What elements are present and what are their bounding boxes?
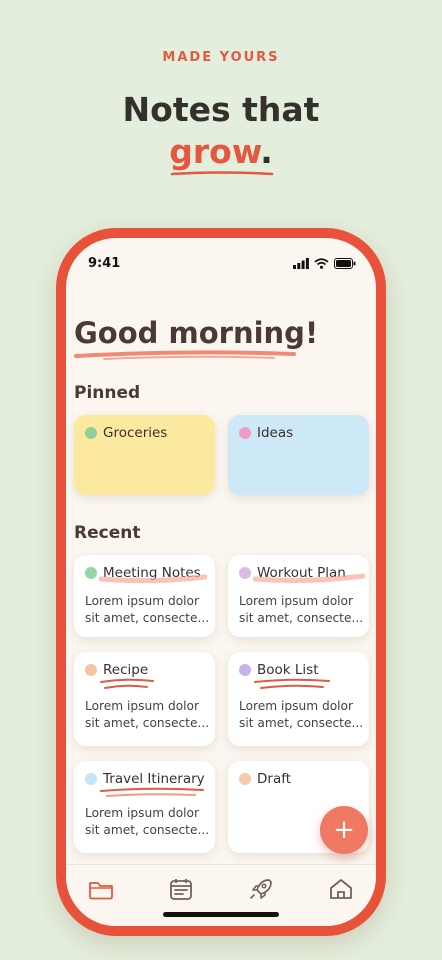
wifi-icon — [314, 258, 329, 269]
eyebrow-label: MADE YOURS — [162, 50, 280, 65]
color-dot — [85, 427, 97, 439]
card-title: Book List — [257, 662, 319, 678]
headline-line-1: Notes that — [122, 90, 320, 129]
card-title: Groceries — [103, 425, 168, 441]
headline-underline — [170, 171, 274, 176]
home-icon[interactable] — [328, 877, 354, 901]
phone-frame: 9:41 Good morning! Pinned Groceries Idea… — [56, 228, 386, 936]
color-dot — [239, 664, 251, 676]
recent-card-travel-itinerary[interactable]: Travel Itinerary Lorem ipsum dolor sit a… — [74, 761, 215, 853]
status-time: 9:41 — [88, 256, 121, 271]
card-title-row: Ideas — [239, 425, 358, 441]
color-dot — [239, 567, 251, 579]
underline-scribble — [100, 678, 154, 689]
card-title-row: Workout Plan — [239, 565, 365, 583]
card-title: Recipe — [103, 662, 149, 678]
headline-accent-word: grow — [169, 132, 261, 171]
card-preview: Lorem ipsum dolor sit amet, consecte... — [85, 805, 210, 839]
card-title: Ideas — [257, 425, 294, 441]
underline-scribble — [254, 678, 330, 689]
headline-line-2: grow. — [0, 132, 442, 172]
card-preview-line: Lorem ipsum dolor — [85, 699, 200, 713]
highlight-scribble — [253, 573, 365, 583]
card-preview-line: Lorem ipsum dolor — [239, 699, 354, 713]
card-preview-line: Lorem ipsum dolor — [85, 594, 200, 608]
greeting-underline — [74, 350, 296, 360]
card-preview-line: sit amet, consecte... — [85, 611, 210, 625]
card-title-row: Travel Itinerary — [85, 771, 205, 797]
greeting-title: Good morning! — [74, 316, 319, 350]
recent-card-meeting-notes[interactable]: Meeting Notes Lorem ipsum dolor sit amet… — [74, 555, 215, 637]
card-preview: Lorem ipsum dolor sit amet, consecte... — [85, 698, 210, 732]
card-title-row: Draft — [239, 771, 358, 787]
headline-period: . — [260, 132, 273, 171]
pinned-card-ideas[interactable]: Ideas — [228, 415, 369, 495]
pinned-section-title: Pinned — [74, 383, 141, 403]
status-icons — [293, 258, 356, 269]
color-dot — [85, 567, 97, 579]
calendar-icon[interactable] — [168, 877, 194, 901]
card-preview-line: sit amet, consecte... — [85, 716, 210, 730]
card-preview-line: sit amet, consecte... — [239, 716, 364, 730]
card-preview-line: sit amet, consecte... — [239, 611, 364, 625]
home-indicator — [163, 912, 279, 917]
highlight-scribble — [99, 574, 207, 583]
recent-card-recipe[interactable]: Recipe Lorem ipsum dolor sit amet, conse… — [74, 652, 215, 746]
recent-card-workout-plan[interactable]: Workout Plan Lorem ipsum dolor sit amet,… — [228, 555, 369, 637]
card-preview: Lorem ipsum dolor sit amet, consecte... — [239, 593, 364, 627]
card-title-row: Meeting Notes — [85, 565, 207, 583]
color-dot — [239, 427, 251, 439]
add-note-button[interactable]: + — [320, 806, 368, 854]
card-preview: Lorem ipsum dolor sit amet, consecte... — [239, 698, 364, 732]
signal-icon — [293, 258, 309, 269]
card-preview-line: sit amet, consecte... — [85, 823, 210, 837]
rocket-icon[interactable] — [248, 877, 274, 901]
phone-screen: 9:41 Good morning! Pinned Groceries Idea… — [66, 238, 376, 926]
card-title: Draft — [257, 771, 292, 787]
color-dot — [85, 773, 97, 785]
card-preview-line: Lorem ipsum dolor — [85, 806, 200, 820]
card-preview: Lorem ipsum dolor sit amet, consecte... — [85, 593, 210, 627]
recent-section-title: Recent — [74, 523, 141, 543]
card-preview-line: Lorem ipsum dolor — [239, 594, 354, 608]
card-title-row: Book List — [239, 662, 358, 689]
card-title-row: Groceries — [85, 425, 204, 441]
folder-icon[interactable] — [88, 877, 114, 901]
battery-icon — [334, 258, 356, 269]
card-title-row: Recipe — [85, 662, 204, 689]
underline-scribble — [100, 787, 204, 797]
color-dot — [239, 773, 251, 785]
recent-card-book-list[interactable]: Book List Lorem ipsum dolor sit amet, co… — [228, 652, 369, 746]
color-dot — [85, 664, 97, 676]
pinned-card-groceries[interactable]: Groceries — [74, 415, 215, 495]
